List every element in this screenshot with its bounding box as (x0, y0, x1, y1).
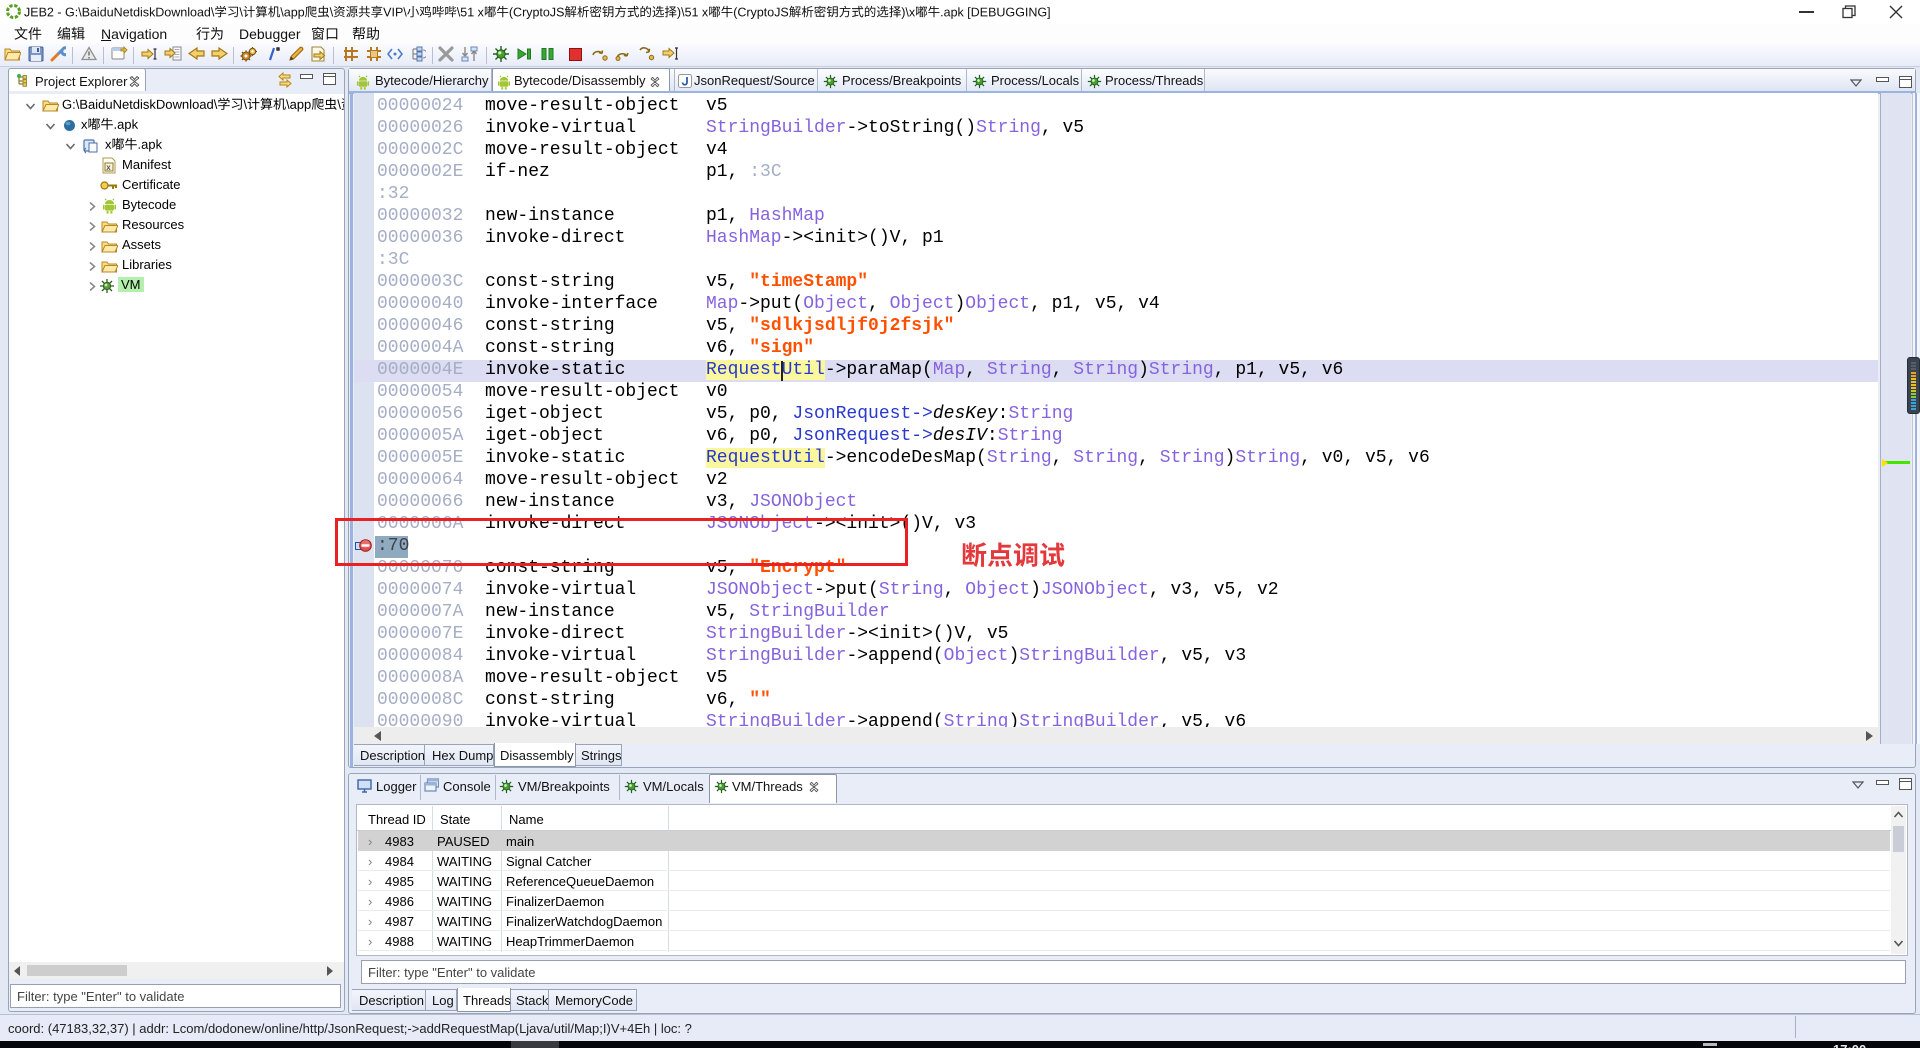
svg-text:x: x (106, 163, 111, 172)
